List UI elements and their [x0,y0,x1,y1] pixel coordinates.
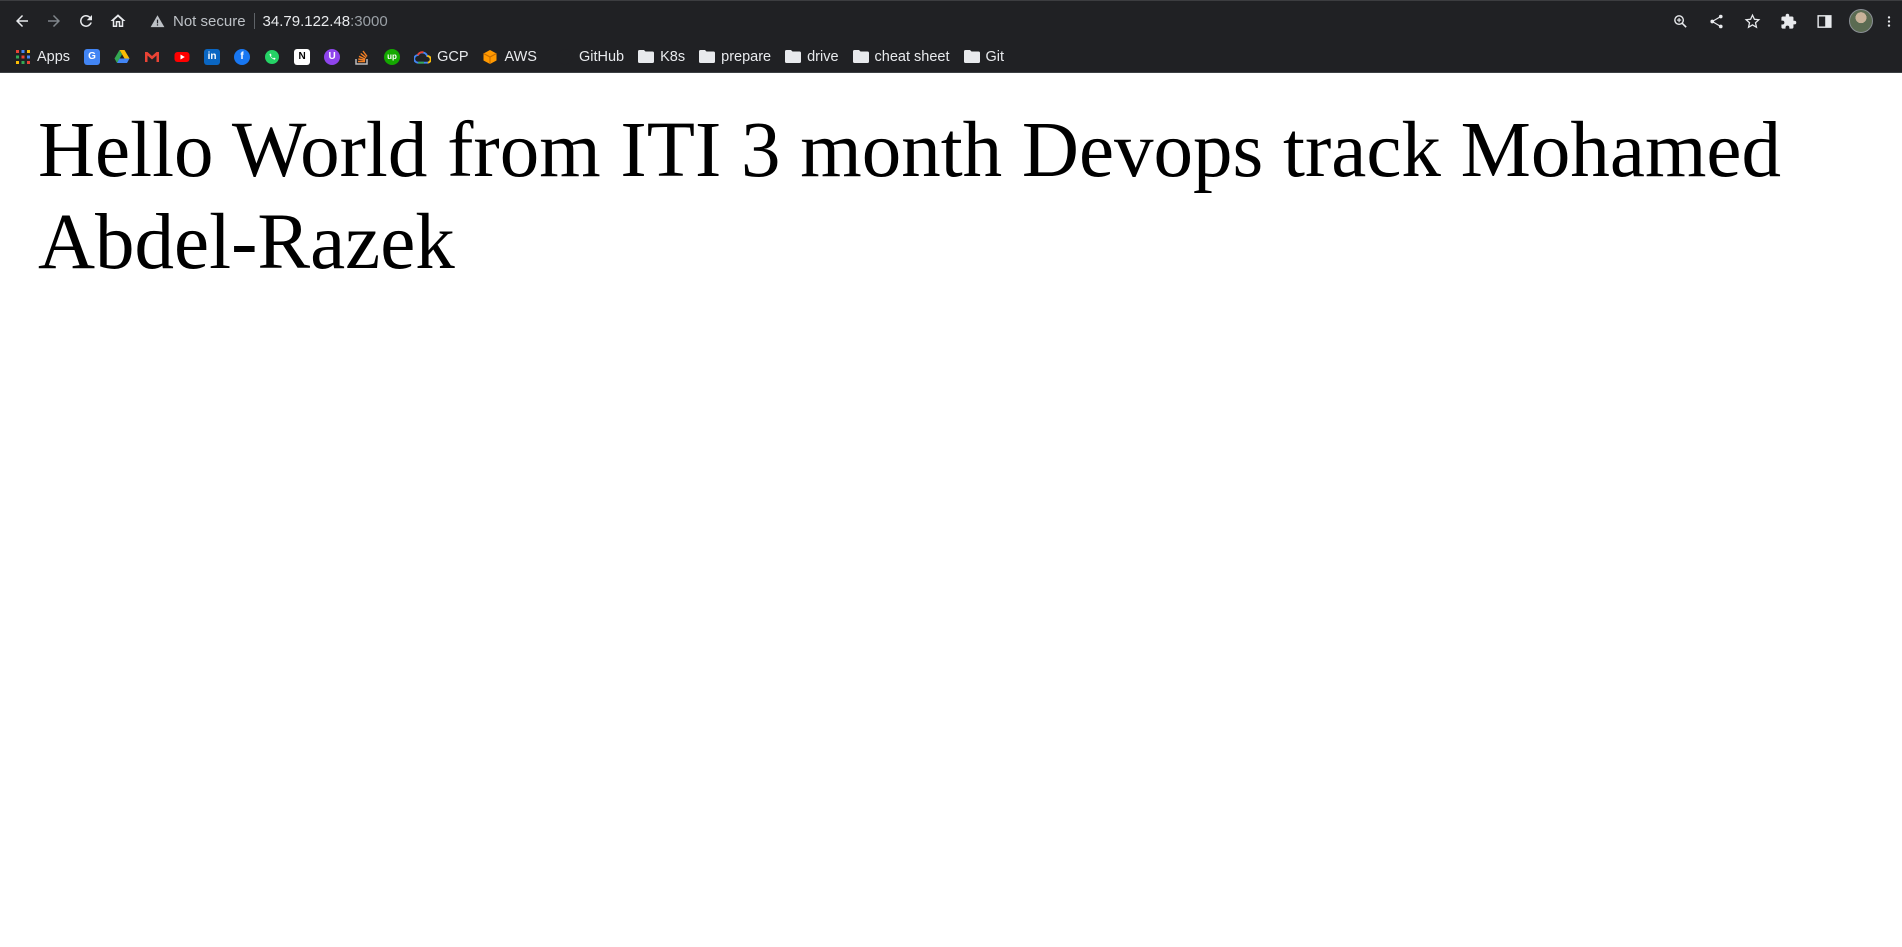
bookmark-github[interactable]: GitHub [552,46,629,68]
bookmark-translate[interactable]: G [79,46,105,68]
browser-menu-button[interactable] [1882,5,1896,37]
arrow-left-icon [16,15,28,27]
bookmark-aws[interactable]: AWS [477,46,542,68]
stackoverflow-icon [355,50,368,65]
bookmark-upwork[interactable]: up [379,46,405,68]
puzzle-icon [1780,13,1796,29]
folder-icon [963,50,980,63]
arrow-right-icon [48,15,60,27]
reload-icon [80,14,92,27]
folder-icon [638,50,655,63]
toolbar-actions [1664,5,1896,37]
bookmark-folder-k8s[interactable]: K8s [633,46,690,68]
bookmark-aws-label: AWS [504,48,537,65]
bookmark-apps-label: Apps [37,48,71,65]
bookmark-folder-drive[interactable]: drive [780,46,843,68]
notion-icon: N [294,48,311,65]
bookmarks-bar: Apps G in f N U up GCP AWS GitHub K8s pr… [0,41,1902,73]
zoom-button[interactable] [1664,5,1696,37]
address-bar[interactable]: Not secure 34.79.122.48:3000 [140,6,398,36]
bookmark-notion[interactable]: N [289,46,315,68]
bookmark-prepare-label: prepare [721,48,772,65]
youtube-icon [174,51,190,62]
github-icon [557,49,573,64]
bookmark-drive-label: drive [807,48,839,65]
bookmark-drive[interactable] [109,46,135,68]
page-content: Hello World from ITI 3 month Devops trac… [0,73,1902,289]
bookmark-k8s-label: K8s [660,48,686,65]
url-text[interactable]: 34.79.122.48:3000 [263,13,388,30]
share-icon [1709,14,1723,28]
page-heading: Hello World from ITI 3 month Devops trac… [38,107,1781,286]
bookmark-whatsapp[interactable] [259,46,285,68]
zoom-icon [1673,14,1687,28]
kebab-menu-icon [1887,15,1891,27]
home-icon [110,14,126,27]
whatsapp-icon [265,49,280,64]
address-separator [253,13,255,29]
url-port: :3000 [350,12,388,30]
warning-icon [150,14,165,27]
star-icon [1744,13,1760,29]
url-host: 34.79.122.48 [262,12,351,30]
upwork-icon: up [384,48,401,65]
reload-button[interactable] [70,5,102,37]
bookmark-purple-app[interactable]: U [319,46,345,68]
bookmark-cheat-sheet-label: cheat sheet [874,48,950,65]
folder-icon [699,50,716,63]
bookmark-gcp[interactable]: GCP [409,46,473,68]
share-button[interactable] [1700,5,1732,37]
google-drive-icon [114,49,130,63]
browser-toolbar: Not secure 34.79.122.48:3000 [0,1,1902,41]
facebook-icon: f [234,48,251,65]
purple-app-icon: U [324,48,341,65]
back-button[interactable] [6,5,38,37]
bookmark-git-label: Git [985,48,1005,65]
bookmark-facebook[interactable]: f [229,46,255,68]
folder-icon [785,50,802,63]
bookmark-gmail[interactable] [139,46,165,68]
bookmark-star-button[interactable] [1736,5,1768,37]
bookmark-apps[interactable]: Apps [10,46,75,68]
side-panel-icon [1816,14,1832,28]
google-cloud-icon [414,50,432,64]
browser-chrome: Not secure 34.79.122.48:3000 Apps G in f… [0,0,1902,73]
bookmark-folder-prepare[interactable]: prepare [694,46,776,68]
forward-button[interactable] [38,5,70,37]
bookmark-stackoverflow[interactable] [349,46,375,68]
bookmark-folder-cheat-sheet[interactable]: cheat sheet [848,46,955,68]
bookmark-gcp-label: GCP [437,48,469,65]
side-panel-button[interactable] [1808,5,1840,37]
aws-cube-icon [483,49,498,64]
extensions-button[interactable] [1772,5,1804,37]
folder-icon [852,50,869,63]
gmail-icon [145,51,160,62]
bookmark-github-label: GitHub [578,48,625,65]
apps-grid-icon [16,49,30,64]
linkedin-icon: in [204,48,221,65]
home-button[interactable] [102,5,134,37]
bookmark-youtube[interactable] [169,46,195,68]
profile-avatar[interactable] [1849,9,1873,33]
bookmark-linkedin[interactable]: in [199,46,225,68]
security-label[interactable]: Not secure [173,13,246,30]
google-translate-icon: G [84,48,101,65]
bookmark-folder-git[interactable]: Git [959,46,1010,68]
